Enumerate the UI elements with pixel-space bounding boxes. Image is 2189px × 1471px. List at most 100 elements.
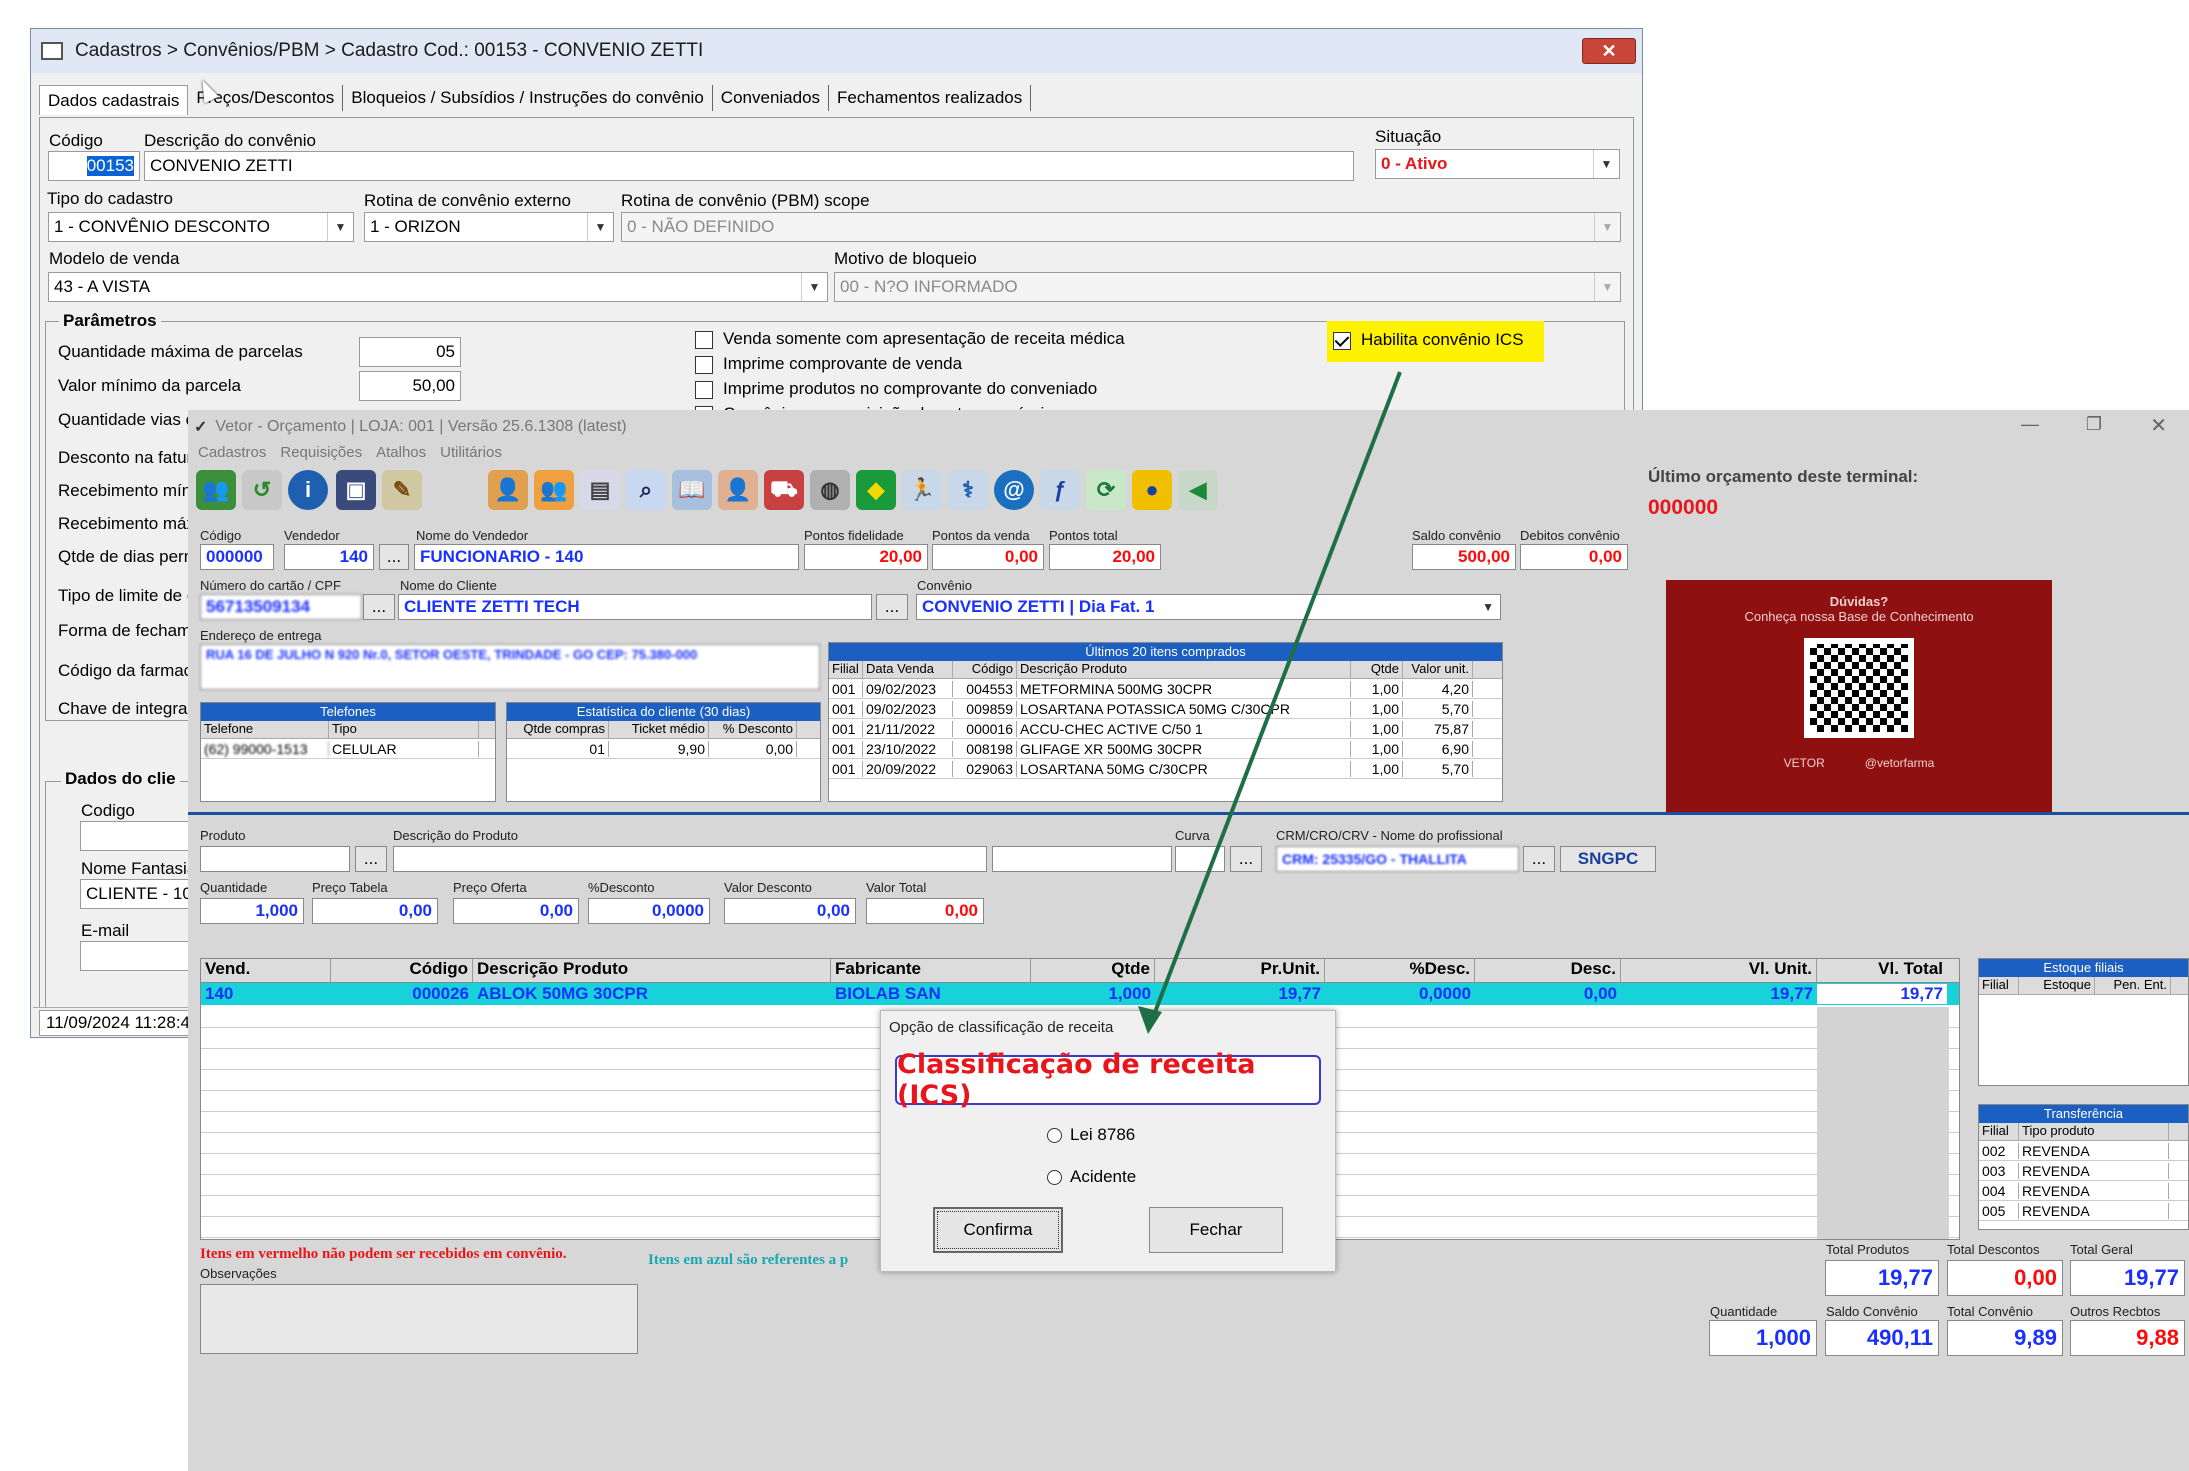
table-row[interactable]: 004 REVENDA [1979, 1181, 2188, 1201]
table-row[interactable]: 003 REVENDA [1979, 1161, 2188, 1181]
checkbox-comprovante[interactable]: Imprime comprovante de venda [695, 354, 962, 374]
chevron-down-icon[interactable]: ▼ [1482, 600, 1494, 614]
valor-total-input[interactable]: 0,00 [866, 898, 984, 924]
menu-cadastros[interactable]: Cadastros [198, 444, 266, 461]
rotina-pbm-select[interactable]: 0 - NÃO DEFINIDO ▼ [621, 212, 1621, 242]
radio-lei-8786[interactable]: Lei 8786 [1047, 1125, 1135, 1145]
endereco-input[interactable]: RUA 16 DE JULHO N 920 Nr.0, SETOR OESTE,… [200, 644, 820, 690]
confirma-button[interactable]: Confirma [933, 1207, 1063, 1253]
produto-lookup-button[interactable]: ... [355, 846, 387, 872]
edit-icon[interactable]: ✎ [382, 470, 422, 510]
menu-utilitarios[interactable]: Utilitários [440, 444, 502, 461]
table-row[interactable]: (62) 99000-1513 CELULAR [201, 739, 495, 759]
search-icon[interactable]: ⌕ [626, 470, 666, 510]
checkbox-box[interactable] [695, 330, 713, 349]
crm-lookup-button[interactable]: ... [1523, 846, 1555, 872]
checkbox-box[interactable] [695, 355, 713, 374]
tab-dados-cadastrais[interactable]: Dados cadastrais [39, 85, 189, 115]
tipo-select[interactable]: 1 - CONVÊNIO DESCONTO ▼ [48, 212, 354, 242]
preco-tabela-input[interactable]: 0,00 [312, 898, 438, 924]
checkbox-produtos[interactable]: Imprime produtos no comprovante do conve… [695, 379, 1097, 399]
table-row[interactable]: 001 09/02/2023 004553 METFORMINA 500MG 3… [829, 679, 1502, 699]
caduceus-icon[interactable]: ⚕ [948, 470, 988, 510]
clientes-icon[interactable]: 👥 [196, 470, 236, 510]
chevron-down-icon[interactable]: ▼ [801, 273, 827, 301]
crm-input[interactable]: CRM: 25335/GO - THALLITA [1276, 846, 1519, 872]
table-row[interactable]: 001 23/10/2022 008198 GLIFAGE XR 500MG 3… [829, 739, 1502, 759]
globe-icon[interactable]: ◍ [810, 470, 850, 510]
produto-input[interactable] [200, 846, 350, 872]
produto-extra-input[interactable] [992, 846, 1172, 872]
fechar-button[interactable]: Fechar [1149, 1207, 1283, 1253]
radio-icon[interactable] [1047, 1169, 1062, 1185]
table-row[interactable]: 140 000026 ABLOK 50MG 30CPR BIOLAB SAN 1… [201, 983, 1959, 1005]
tab-bloqueios[interactable]: Bloqueios / Subsídios / Instruções do co… [343, 85, 713, 111]
minimize-icon[interactable]: — [2021, 414, 2039, 435]
table-row[interactable]: 001 20/09/2022 029063 LOSARTANA 50MG C/3… [829, 759, 1502, 779]
radio-icon[interactable] [1047, 1127, 1062, 1143]
arrow-logo-icon[interactable]: ◀ [1178, 470, 1218, 510]
qtd-max-parcelas-input[interactable]: 05 [359, 337, 461, 367]
quantidade-input[interactable]: 1,000 [200, 898, 304, 924]
f-logo-icon[interactable]: ƒ [1040, 470, 1080, 510]
tab-conveniados[interactable]: Conveniados [713, 85, 830, 111]
swirl-icon[interactable]: @ [994, 470, 1034, 510]
chevron-down-icon[interactable]: ▼ [1594, 213, 1620, 241]
checkbox-ics[interactable]: Habilita convênio ICS [1333, 330, 1524, 350]
cartao-input[interactable]: 56713509134 [200, 594, 362, 620]
nome-vendedor-input[interactable]: FUNCIONARIO - 140 [414, 544, 799, 570]
table-row[interactable]: 005 REVENDA [1979, 1201, 2188, 1221]
person-icon[interactable]: 👤 [718, 470, 758, 510]
refresh-icon[interactable]: ↺ [242, 470, 282, 510]
preco-oferta-input[interactable]: 0,00 [453, 898, 579, 924]
radio-acidente[interactable]: Acidente [1047, 1167, 1136, 1187]
chevron-down-icon[interactable]: ▼ [327, 213, 353, 241]
book-icon[interactable]: 📖 [672, 470, 712, 510]
nome-cliente-input[interactable]: CLIENTE ZETTI TECH [398, 594, 872, 620]
tab-fechamentos[interactable]: Fechamentos realizados [829, 85, 1032, 111]
codigo-input[interactable]: 00153 [48, 151, 140, 181]
restore-icon[interactable]: ❐ [2086, 414, 2102, 435]
table-row[interactable]: 001 09/02/2023 009859 LOSARTANA POTASSIC… [829, 699, 1502, 719]
vendedor-input[interactable]: 140 [284, 544, 374, 570]
users-icon[interactable]: 👤 [488, 470, 528, 510]
delivery-icon[interactable]: ⛟ [764, 470, 804, 510]
curva-input[interactable] [1175, 846, 1225, 872]
circle-logo-icon[interactable]: ● [1132, 470, 1172, 510]
modelo-select[interactable]: 43 - A VISTA ▼ [48, 272, 828, 302]
valor-min-parcela-input[interactable]: 50,00 [359, 371, 461, 401]
menu-atalhos[interactable]: Atalhos [376, 444, 426, 461]
brazil-flag-icon[interactable]: ◆ [856, 470, 896, 510]
table-row[interactable]: 01 9,90 0,00 [507, 739, 820, 759]
promo-banner[interactable]: Dúvidas? Conheça nossa Base de Conhecime… [1666, 580, 2052, 812]
cartao-lookup-button[interactable]: ... [363, 594, 395, 620]
save-icon[interactable]: ▣ [336, 470, 376, 510]
codigo-input[interactable]: 000000 [200, 544, 274, 570]
documents-icon[interactable]: ▤ [580, 470, 620, 510]
sngpc-button[interactable]: SNGPC [1560, 846, 1656, 872]
runner-icon[interactable]: 🏃 [902, 470, 942, 510]
convenio-select[interactable]: CONVENIO ZETTI | Dia Fat. 1 ▼ [916, 594, 1501, 620]
sync-icon[interactable]: ⟳ [1086, 470, 1126, 510]
chevron-down-icon[interactable]: ▼ [587, 213, 613, 241]
checkbox-box[interactable] [695, 380, 713, 399]
motivo-select[interactable]: 00 - N?O INFORMADO ▼ [834, 272, 1621, 302]
checkbox-box[interactable] [1333, 331, 1351, 350]
team-icon[interactable]: 👥 [534, 470, 574, 510]
situacao-select[interactable]: 0 - Ativo ▼ [1375, 149, 1620, 179]
pct-desconto-input[interactable]: 0,0000 [588, 898, 710, 924]
descricao-input[interactable]: CONVENIO ZETTI [144, 151, 1354, 181]
info-icon[interactable]: i [288, 470, 328, 510]
curva-lookup-button[interactable]: ... [1230, 846, 1262, 872]
desc-produto-input[interactable] [393, 846, 987, 872]
menu-requisicoes[interactable]: Requisições [280, 444, 362, 461]
observacoes-textarea[interactable] [200, 1284, 638, 1354]
rotina-ext-select[interactable]: 1 - ORIZON ▼ [364, 212, 614, 242]
table-row[interactable]: 002 REVENDA [1979, 1141, 2188, 1161]
valor-desconto-input[interactable]: 0,00 [724, 898, 856, 924]
close-button[interactable]: ✕ [1582, 38, 1636, 64]
chevron-down-icon[interactable]: ▼ [1594, 273, 1620, 301]
table-row[interactable]: 001 21/11/2022 000016 ACCU-CHEC ACTIVE C… [829, 719, 1502, 739]
chevron-down-icon[interactable]: ▼ [1593, 150, 1619, 178]
close-icon[interactable]: ✕ [2150, 413, 2167, 438]
